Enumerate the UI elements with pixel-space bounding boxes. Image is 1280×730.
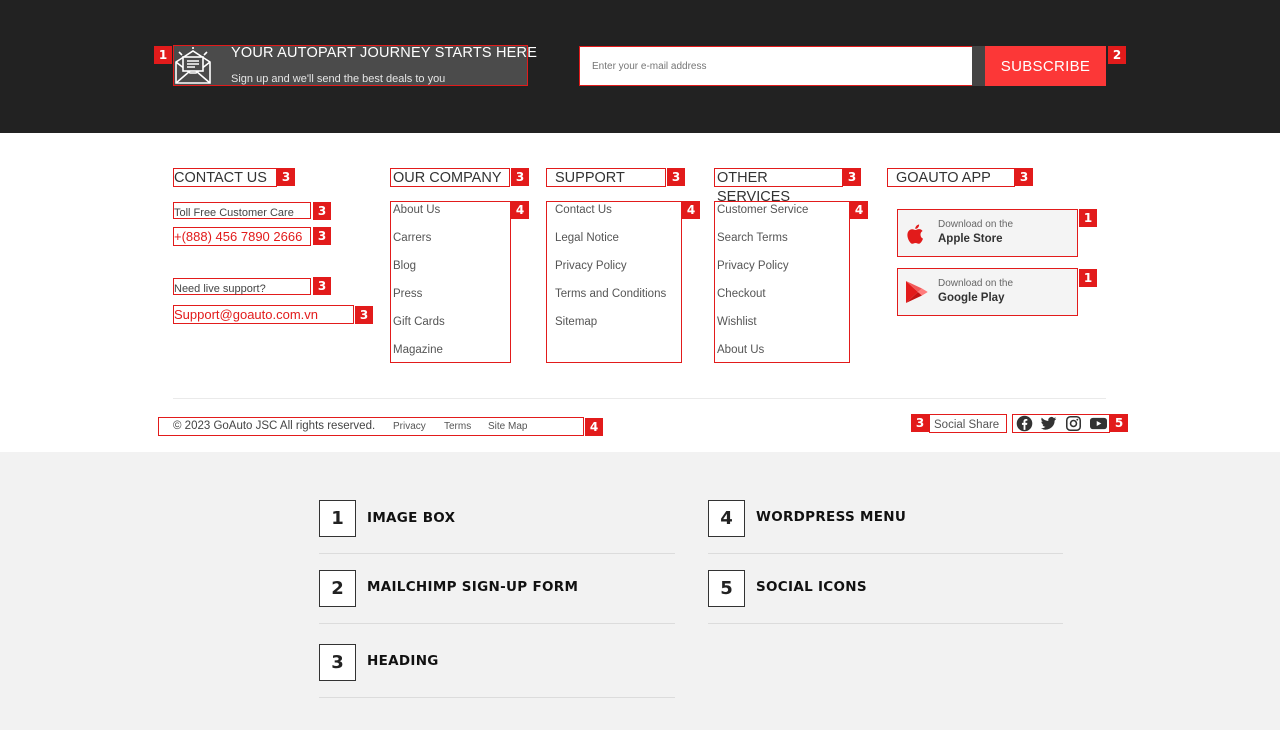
- support-label: Need live support?: [174, 283, 266, 295]
- social-label-box: Social Share: [929, 414, 1007, 433]
- phone-box: +(888) 456 7890 2666: [173, 227, 311, 246]
- widget-badge: 3: [511, 168, 529, 186]
- company-link-blog[interactable]: Blog: [393, 260, 416, 272]
- widget-badge: 1: [154, 46, 172, 64]
- legend-label: HEADING: [367, 653, 439, 669]
- apple-store-button[interactable]: Download on the Apple Store: [897, 209, 1078, 257]
- app-heading: GOAUTO APP: [887, 168, 1015, 187]
- company-link-about[interactable]: About Us: [393, 204, 440, 216]
- widget-badge: 3: [313, 227, 331, 245]
- contact-heading: CONTACT US: [173, 168, 277, 187]
- widget-badge: 4: [585, 418, 603, 436]
- widget-badge: 3: [843, 168, 861, 186]
- bottom-link-privacy[interactable]: Privacy: [393, 421, 426, 432]
- instagram-icon[interactable]: [1065, 415, 1082, 432]
- widget-badge: 5: [1110, 414, 1128, 432]
- widget-badge: 1: [1079, 209, 1097, 227]
- company-heading: OUR COMPANY: [390, 168, 510, 187]
- widget-badge: 3: [911, 414, 929, 432]
- support-link-terms[interactable]: Terms and Conditions: [555, 288, 666, 300]
- youtube-icon[interactable]: [1089, 415, 1108, 432]
- google-play-button[interactable]: Download on the Google Play: [897, 268, 1078, 316]
- widget-badge: 3: [667, 168, 685, 186]
- subscribe-button[interactable]: SUBSCRIBE: [985, 46, 1106, 86]
- support-link-sitemap[interactable]: Sitemap: [555, 316, 597, 328]
- social-share-label: Social Share: [934, 419, 1000, 431]
- legend-label: IMAGE BOX: [367, 510, 456, 526]
- legend-divider: [319, 553, 675, 554]
- legend-label: MAILCHIMP SIGN-UP FORM: [367, 579, 579, 595]
- google-play-big-text: Google Play: [938, 292, 1005, 304]
- google-play-icon: [903, 279, 929, 305]
- google-play-small-text: Download on the: [938, 278, 1014, 289]
- legend-divider: [708, 623, 1063, 624]
- services-link-search-terms[interactable]: Search Terms: [717, 232, 788, 244]
- company-link-magazine[interactable]: Magazine: [393, 344, 443, 356]
- services-heading: OTHER SERVICES: [714, 168, 843, 205]
- bottom-link-terms[interactable]: Terms: [444, 421, 471, 432]
- email-input[interactable]: [579, 46, 973, 86]
- services-link-customer-service[interactable]: Customer Service: [717, 204, 808, 216]
- widget-badge: 3: [313, 277, 331, 295]
- services-menu: [714, 201, 850, 363]
- services-link-privacy[interactable]: Privacy Policy: [717, 260, 789, 272]
- legend-divider: [319, 623, 675, 624]
- toll-free-label: Toll Free Customer Care: [174, 207, 294, 219]
- apple-icon: [904, 222, 928, 246]
- envelope-newsletter-icon: [173, 46, 213, 86]
- newsletter-subtitle: Sign up and we'll send the best deals to…: [231, 73, 446, 85]
- legend-label: WORDPRESS MENU: [756, 509, 907, 525]
- facebook-icon[interactable]: [1016, 415, 1033, 432]
- apple-store-small-text: Download on the: [938, 219, 1014, 230]
- support-label-box: Need live support?: [173, 278, 311, 295]
- support-email-box: Support@goauto.com.vn: [173, 305, 354, 324]
- support-link-legal[interactable]: Legal Notice: [555, 232, 619, 244]
- support-menu: [546, 201, 682, 363]
- twitter-icon[interactable]: [1040, 415, 1057, 432]
- email-input-gap: [972, 46, 985, 86]
- legend-label: SOCIAL ICONS: [756, 579, 867, 595]
- widget-badge: 3: [313, 202, 331, 220]
- support-link-privacy[interactable]: Privacy Policy: [555, 260, 627, 272]
- legend-divider: [319, 697, 675, 698]
- support-email-link[interactable]: Support@goauto.com.vn: [174, 307, 318, 322]
- legend-number: 1: [319, 500, 356, 537]
- widget-badge: 2: [1108, 46, 1126, 64]
- widget-badge: 4: [682, 201, 700, 219]
- bottom-link-sitemap[interactable]: Site Map: [488, 421, 527, 432]
- company-link-press[interactable]: Press: [393, 288, 422, 300]
- widget-badge: 4: [511, 201, 529, 219]
- legend-divider: [708, 553, 1063, 554]
- support-link-contact[interactable]: Contact Us: [555, 204, 612, 216]
- legend-number: 4: [708, 500, 745, 537]
- company-menu: [390, 201, 511, 363]
- phone-link[interactable]: +(888) 456 7890 2666: [174, 229, 302, 244]
- toll-free-box: Toll Free Customer Care: [173, 202, 311, 219]
- company-link-carrers[interactable]: Carrers: [393, 232, 431, 244]
- widget-badge: 3: [277, 168, 295, 186]
- copyright-text: © 2023 GoAuto JSC All rights reserved.: [173, 420, 376, 432]
- legend-number: 2: [319, 570, 356, 607]
- support-heading: SUPPORT: [546, 168, 666, 187]
- legend-number: 5: [708, 570, 745, 607]
- widget-badge: 1: [1079, 269, 1097, 287]
- widget-badge: 3: [1015, 168, 1033, 186]
- services-link-wishlist[interactable]: Wishlist: [717, 316, 757, 328]
- services-link-about[interactable]: About Us: [717, 344, 764, 356]
- widget-badge: 4: [850, 201, 868, 219]
- widgets-legend-area: [0, 452, 1280, 730]
- company-link-gift-cards[interactable]: Gift Cards: [393, 316, 445, 328]
- legend-number: 3: [319, 644, 356, 681]
- newsletter-title: YOUR AUTOPART JOURNEY STARTS HERE: [231, 45, 538, 61]
- services-link-checkout[interactable]: Checkout: [717, 288, 766, 300]
- footer-divider: [173, 398, 1106, 399]
- widget-badge: 3: [355, 306, 373, 324]
- apple-store-big-text: Apple Store: [938, 233, 1003, 245]
